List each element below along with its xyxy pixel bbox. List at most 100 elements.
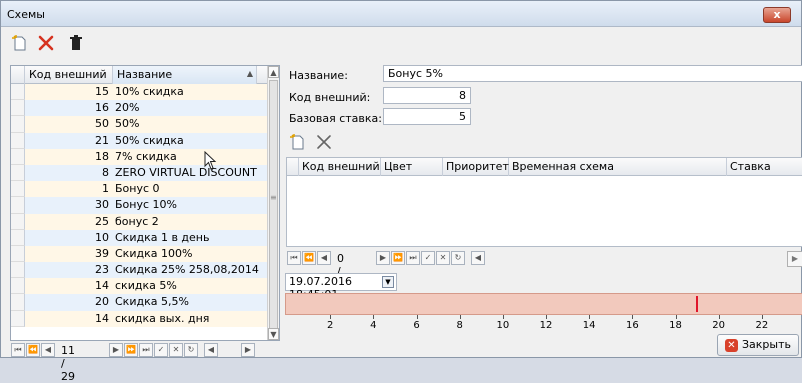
trash-icon[interactable] <box>67 34 89 54</box>
detail-prev-record-icon[interactable]: ◀ <box>317 251 331 265</box>
row-name: ZERO VIRTUAL DISCOUNT <box>115 165 257 179</box>
row-indicator[interactable] <box>11 229 25 246</box>
window-close-button[interactable]: x <box>763 7 791 23</box>
table-row[interactable]: 25 бонус 2 <box>11 213 269 230</box>
base-rate-label: Базовая ставка: <box>289 112 382 125</box>
row-indicator[interactable] <box>11 294 25 311</box>
time-scheme-timeline[interactable] <box>285 293 802 315</box>
name-field[interactable]: Бонус 5% <box>383 65 802 82</box>
row-indicator[interactable] <box>11 148 25 165</box>
name-label: Название: <box>289 69 348 82</box>
chevron-down-icon[interactable]: ▼ <box>382 276 394 288</box>
table-row[interactable]: 10 Скидка 1 в день <box>11 229 269 246</box>
row-code: 10 <box>95 230 109 244</box>
close-button[interactable]: ✕ Закрыть <box>717 334 799 356</box>
scroll-right-icon[interactable]: ▶ <box>241 343 255 357</box>
vertical-scrollbar[interactable]: ▲ ≡ ▼ <box>267 66 279 340</box>
last-record-icon[interactable]: ⏭ <box>139 343 153 357</box>
delete-icon[interactable] <box>37 34 59 54</box>
axis-tick <box>632 315 634 319</box>
refresh-icon[interactable]: ↻ <box>184 343 198 357</box>
detail-cancel-edit-icon[interactable]: ✕ <box>436 251 450 265</box>
row-indicator[interactable] <box>11 132 25 149</box>
row-indicator[interactable] <box>11 245 25 263</box>
date-picker[interactable]: 19.07.2016 18:45:01 ▼ <box>285 273 397 301</box>
delete-detail-icon[interactable] <box>315 133 337 153</box>
scroll-left-icon[interactable]: ◀ <box>204 343 218 357</box>
base-rate-field[interactable]: 5 <box>383 108 471 125</box>
scrollbar-thumb[interactable] <box>269 80 278 330</box>
detail-scroll-right-icon[interactable]: ▶ <box>787 251 802 267</box>
column-header-code[interactable]: Код внешний <box>25 66 113 84</box>
detail-next-record-icon[interactable]: ▶ <box>376 251 390 265</box>
timeline-axis: 2 4 6 8 10 12 14 16 18 20 22 <box>285 315 802 335</box>
detail-next-page-icon[interactable]: ⏩ <box>391 251 405 265</box>
detail-prev-page-icon[interactable]: ⏪ <box>302 251 316 265</box>
row-name: Скидка 25% 258,08,2014 <box>115 263 259 277</box>
row-indicator[interactable] <box>11 197 25 214</box>
scrollbar-grip-icon: ≡ <box>270 193 277 202</box>
table-row[interactable]: 30 Бонус 10% <box>11 197 269 214</box>
close-button-label: Закрыть <box>742 338 791 351</box>
prev-record-icon[interactable]: ◀ <box>41 343 55 357</box>
detail-column-code[interactable]: Код внешний <box>299 158 381 176</box>
row-indicator[interactable] <box>11 164 25 182</box>
row-indicator[interactable] <box>11 278 25 295</box>
table-row[interactable]: 8 ZERO VIRTUAL DISCOUNT <box>11 164 269 182</box>
axis-tick-label: 6 <box>413 320 420 331</box>
close-icon: ✕ <box>725 339 738 352</box>
prev-page-icon[interactable]: ⏪ <box>26 343 40 357</box>
next-record-icon[interactable]: ▶ <box>109 343 123 357</box>
axis-tick-label: 2 <box>326 320 334 331</box>
row-code: 25 <box>95 214 109 228</box>
first-record-icon[interactable]: ⏮ <box>11 343 25 357</box>
cancel-edit-icon[interactable]: ✕ <box>169 343 183 357</box>
table-row[interactable]: 50 50% <box>11 116 269 133</box>
scroll-up-icon[interactable]: ▲ <box>268 66 279 78</box>
post-edit-icon[interactable]: ✓ <box>154 343 168 357</box>
row-indicator[interactable] <box>11 116 25 133</box>
table-row[interactable]: 20 Скидка 5,5% <box>11 294 269 311</box>
table-row[interactable]: 23 Скидка 25% 258,08,2014 <box>11 262 269 279</box>
table-row[interactable]: 14 скидка 5% <box>11 278 269 295</box>
table-row[interactable]: 15 10% скидка <box>11 84 269 101</box>
detail-first-record-icon[interactable]: ⏮ <box>287 251 301 265</box>
axis-tick-label: 22 <box>755 320 769 331</box>
table-row[interactable]: 16 20% <box>11 100 269 117</box>
table-row[interactable]: 14 скидка вых. дня <box>11 310 269 327</box>
detail-grid-header: Код внешний Цвет Приоритет Временная схе… <box>287 158 802 176</box>
detail-column-time-scheme[interactable]: Временная схема <box>509 158 727 176</box>
table-row[interactable]: 39 Скидка 100% <box>11 245 269 263</box>
next-page-icon[interactable]: ⏩ <box>124 343 138 357</box>
new-document-icon[interactable] <box>11 34 33 54</box>
detail-column-priority[interactable]: Приоритет <box>443 158 509 176</box>
detail-refresh-icon[interactable]: ↻ <box>451 251 465 265</box>
detail-scroll-left-icon[interactable]: ◀ <box>471 251 485 265</box>
row-code: 50 <box>95 117 109 131</box>
table-row[interactable]: 18 7% скидка <box>11 148 269 165</box>
scroll-down-icon[interactable]: ▼ <box>268 328 279 340</box>
row-indicator[interactable] <box>11 213 25 230</box>
table-row[interactable]: 21 50% скидка <box>11 132 269 149</box>
row-indicator[interactable] <box>11 181 25 198</box>
row-indicator[interactable] <box>11 262 25 279</box>
row-code: 1 <box>102 182 109 196</box>
detail-column-color[interactable]: Цвет <box>381 158 443 176</box>
row-indicator[interactable] <box>11 84 25 101</box>
table-row[interactable]: 1 Бонус 0 <box>11 181 269 198</box>
detail-post-edit-icon[interactable]: ✓ <box>421 251 435 265</box>
column-header-name[interactable]: Название <box>113 66 257 84</box>
new-detail-icon[interactable] <box>289 133 311 153</box>
external-code-field[interactable]: 8 <box>383 87 471 104</box>
axis-tick-label: 20 <box>712 320 726 331</box>
row-code: 18 <box>95 149 109 163</box>
row-name: Скидка 5,5% <box>115 295 189 309</box>
row-indicator[interactable] <box>11 100 25 117</box>
row-name: скидка 5% <box>115 279 177 293</box>
detail-last-record-icon[interactable]: ⏭ <box>406 251 420 265</box>
row-name: 50% <box>115 117 140 131</box>
detail-column-rate[interactable]: Ставка <box>727 158 802 176</box>
row-code: 16 <box>95 101 109 115</box>
row-name: 50% скидка <box>115 133 184 147</box>
row-indicator[interactable] <box>11 310 25 327</box>
